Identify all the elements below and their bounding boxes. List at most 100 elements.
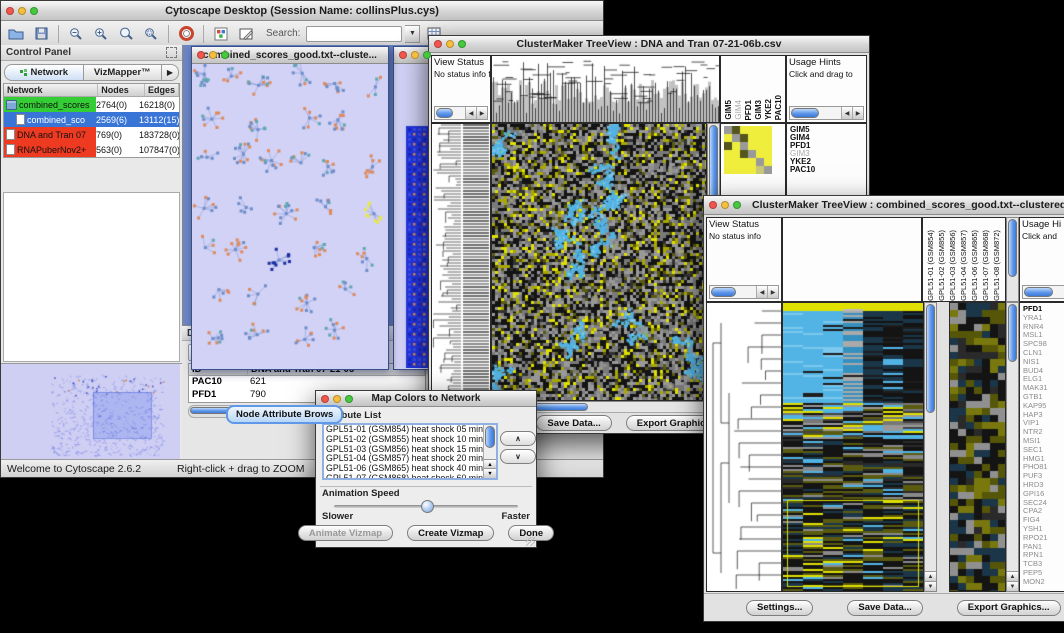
scroll-up-button[interactable] <box>925 571 936 581</box>
tv2-zoom-heatmap[interactable] <box>950 303 1005 591</box>
usage-hints-scrollbar[interactable] <box>1022 285 1064 299</box>
column-label[interactable]: PFD1 <box>744 100 753 120</box>
vizmapper-button[interactable] <box>210 24 232 44</box>
tv2-vertical-scrollbar[interactable] <box>924 302 937 592</box>
attribute-item[interactable]: GPL51-07 (GSM868) heat shock 60 min <box>326 474 496 480</box>
tv2-zoom-heatmap-panel[interactable] <box>949 302 1006 592</box>
scrollbar-thumb[interactable] <box>711 287 736 297</box>
scrollbar-track[interactable] <box>435 107 465 119</box>
zoom-button[interactable] <box>221 51 229 59</box>
column-label[interactable]: PAC10 <box>774 95 783 120</box>
minimize-button[interactable] <box>411 51 419 59</box>
attribute-list[interactable]: GPL51-01 (GSM854) heat shock 05 minGPL51… <box>322 423 498 480</box>
close-button[interactable] <box>399 51 407 59</box>
column-label[interactable]: GPL51-04 (GSM857) <box>959 230 968 301</box>
zoom-fit-button[interactable] <box>115 24 137 44</box>
scroll-right-button[interactable] <box>852 107 863 119</box>
zoom-out-button[interactable] <box>65 24 87 44</box>
help-button[interactable] <box>175 24 197 44</box>
scrollbar-track[interactable] <box>790 107 841 119</box>
column-label[interactable]: GPL51-03 (GSM856) <box>948 230 957 301</box>
zoom-button[interactable] <box>458 40 466 48</box>
tv1-row-dendro[interactable] <box>432 124 490 400</box>
attribute-row[interactable]: PAC10 621 <box>189 376 425 389</box>
scrollbar-thumb[interactable] <box>1024 287 1053 297</box>
open-session-button[interactable] <box>5 24 27 44</box>
treeview-button[interactable]: Save Data... <box>847 600 922 616</box>
zoom-button[interactable] <box>423 51 431 59</box>
treeview1-title-bar[interactable]: ClusterMaker TreeView : DNA and Tran 07-… <box>429 36 869 53</box>
save-session-button[interactable] <box>30 24 52 44</box>
zoom-button[interactable] <box>733 201 741 209</box>
column-label[interactable]: GIM3 <box>754 100 763 120</box>
treeview-button[interactable]: Save Data... <box>536 415 611 431</box>
birdseye-canvas[interactable] <box>1 364 180 459</box>
tv1-heatmap-panel[interactable] <box>491 123 707 401</box>
network-window1-title-bar[interactable]: combined_scores_good.txt--cluste... <box>192 47 388 64</box>
column-header-nodes[interactable]: Nodes <box>98 84 145 96</box>
float-panel-icon[interactable] <box>166 47 177 58</box>
tv2-heatmap[interactable] <box>783 303 923 591</box>
zoom-in-button[interactable] <box>90 24 112 44</box>
gene-label[interactable]: MON2 <box>1023 578 1064 587</box>
move-up-button[interactable]: ∧ <box>500 431 536 446</box>
annotation-button[interactable] <box>235 24 257 44</box>
minimize-button[interactable] <box>18 7 26 15</box>
usage-hints-scrollbar[interactable] <box>789 106 864 120</box>
scrollbar-track[interactable] <box>710 286 756 298</box>
animate-vizmap-button[interactable]: Animate Vizmap <box>298 525 393 541</box>
tab-overflow-button[interactable] <box>161 65 178 80</box>
tv2-row-dendrogram[interactable] <box>706 302 782 592</box>
tv2-row-dendro[interactable] <box>707 303 781 591</box>
scroll-down-button[interactable] <box>925 581 936 591</box>
minimize-button[interactable] <box>209 51 217 59</box>
minimize-button[interactable] <box>333 395 341 403</box>
resize-grip[interactable] <box>526 537 535 546</box>
search-input[interactable] <box>306 26 402 42</box>
scroll-left-button[interactable] <box>756 286 767 298</box>
minimize-button[interactable] <box>721 201 729 209</box>
treeview2-title-bar[interactable]: ClusterMaker TreeView : combined_scores_… <box>704 196 1064 215</box>
tab-network[interactable]: Network <box>5 65 84 80</box>
tv1-heatmap[interactable] <box>492 124 706 400</box>
treeview-button[interactable]: Settings... <box>746 600 813 616</box>
create-vizmap-button[interactable]: Create Vizmap <box>407 525 494 541</box>
scrollbar-track[interactable] <box>1023 286 1064 298</box>
column-header-edges[interactable]: Edges <box>145 84 179 96</box>
tv2-panel-divider[interactable] <box>937 302 949 592</box>
column-label[interactable]: GPL51-01 (GSM854) <box>926 230 935 301</box>
column-label[interactable]: GPL51-08 (GSM872) <box>992 230 1001 301</box>
scroll-left-button[interactable] <box>465 107 476 119</box>
tv1-matrix[interactable] <box>724 126 772 174</box>
zoom-selected-button[interactable] <box>140 24 162 44</box>
tv2-header-scrollbar[interactable] <box>1006 217 1019 302</box>
column-label[interactable]: GIM4 <box>734 100 743 120</box>
view-status-scrollbar[interactable] <box>434 106 488 120</box>
column-header-network[interactable]: Network <box>4 84 98 96</box>
network-list-row[interactable]: combined_sco 2569(6) 13112(15) <box>4 112 179 127</box>
dialog-title-bar[interactable]: Map Colors to Network <box>316 391 536 407</box>
scrollbar-thumb[interactable] <box>485 426 495 448</box>
network-list-row[interactable]: combined_scores 2764(0) 16218(0) <box>4 97 179 112</box>
tab-vizmapper[interactable]: VizMapper™ <box>84 65 162 80</box>
scroll-left-button[interactable] <box>841 107 852 119</box>
scroll-right-button[interactable] <box>767 286 778 298</box>
search-dropdown-button[interactable] <box>405 25 420 43</box>
network1-canvas[interactable] <box>192 64 386 368</box>
scroll-down-button[interactable] <box>484 468 496 478</box>
node-attribute-browser-button[interactable]: Node Attribute Brows <box>226 405 343 424</box>
close-button[interactable] <box>197 51 205 59</box>
scrollbar-thumb[interactable] <box>1008 219 1017 277</box>
network-list-row[interactable]: RNAPuberNov2+ 563(0) 107847(0) <box>4 142 179 157</box>
birdseye-view[interactable] <box>1 363 182 460</box>
scroll-down-button[interactable] <box>1007 581 1018 591</box>
column-label[interactable]: GPL51-07 (GSM868) <box>981 230 990 301</box>
tv1-row-dendrogram[interactable] <box>431 123 491 401</box>
close-button[interactable] <box>709 201 717 209</box>
network-list-row[interactable]: DNA and Tran 07 769(0) 183728(0) <box>4 127 179 142</box>
tv2-column-dendrogram[interactable] <box>782 217 922 302</box>
attribute-list-scrollbar[interactable] <box>483 425 496 478</box>
column-label[interactable]: GIM5 <box>724 100 733 120</box>
scrollbar-thumb[interactable] <box>791 108 819 118</box>
move-down-button[interactable]: ∨ <box>500 449 536 464</box>
